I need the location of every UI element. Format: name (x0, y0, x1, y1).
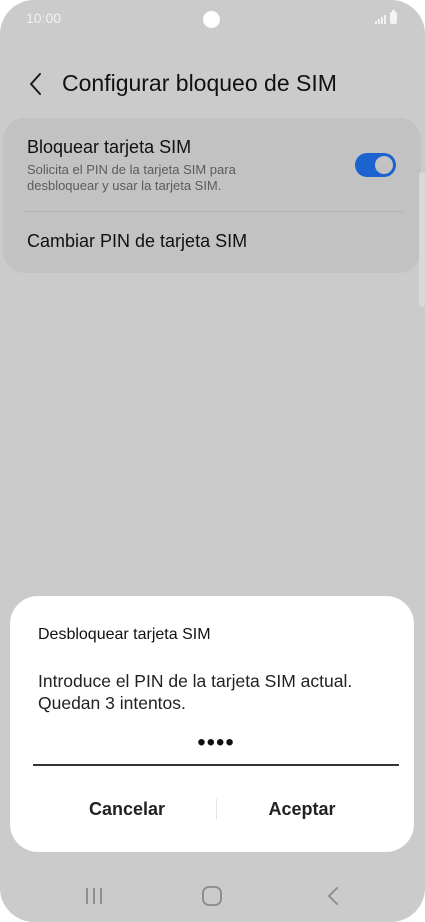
navigation-bar (0, 872, 425, 920)
dialog-message: Introduce el PIN de la tarjeta SIM actua… (38, 671, 353, 713)
setting-lock-sim[interactable]: Bloquear tarjeta SIM Solicita el PIN de … (3, 118, 421, 211)
scroll-indicator[interactable] (419, 172, 425, 307)
status-time: 10:00 (26, 10, 62, 26)
dialog-buttons: Cancelar Aceptar (10, 786, 414, 832)
chevron-left-icon (30, 73, 41, 95)
battery-icon (390, 10, 397, 24)
back-nav-button[interactable] (317, 882, 349, 910)
home-icon (202, 886, 222, 906)
pin-input[interactable] (33, 722, 399, 766)
back-button[interactable] (18, 66, 54, 102)
setting-change-pin-label: Cambiar PIN de tarjeta SIM (27, 231, 248, 251)
toggle-knob (373, 154, 395, 176)
phone-screen: 10:00 Configurar bloqueo de SIM Bloquear… (0, 0, 425, 922)
accept-button[interactable]: Aceptar (207, 786, 397, 832)
settings-card: Bloquear tarjeta SIM Solicita el PIN de … (3, 118, 421, 273)
setting-lock-sim-title: Bloquear tarjeta SIM (27, 137, 192, 157)
setting-lock-sim-description: Solicita el PIN de la tarjeta SIM para d… (27, 162, 236, 193)
cancel-button[interactable]: Cancelar (32, 786, 222, 832)
setting-change-pin[interactable]: Cambiar PIN de tarjeta SIM (3, 212, 421, 272)
status-bar: 10:00 (0, 0, 425, 38)
home-button[interactable] (196, 882, 228, 910)
recents-button[interactable] (78, 882, 110, 910)
recents-icon (86, 888, 102, 904)
signal-icon (375, 14, 386, 24)
page-title: Configurar bloqueo de SIM (62, 70, 337, 96)
front-camera (203, 11, 220, 28)
unlock-sim-dialog: Desbloquear tarjeta SIM Introduce el PIN… (10, 596, 414, 852)
status-icons (375, 10, 397, 24)
dialog-title: Desbloquear tarjeta SIM (38, 626, 211, 643)
header: Configurar bloqueo de SIM (0, 60, 425, 108)
back-icon (328, 887, 338, 905)
lock-sim-toggle[interactable] (355, 153, 396, 177)
